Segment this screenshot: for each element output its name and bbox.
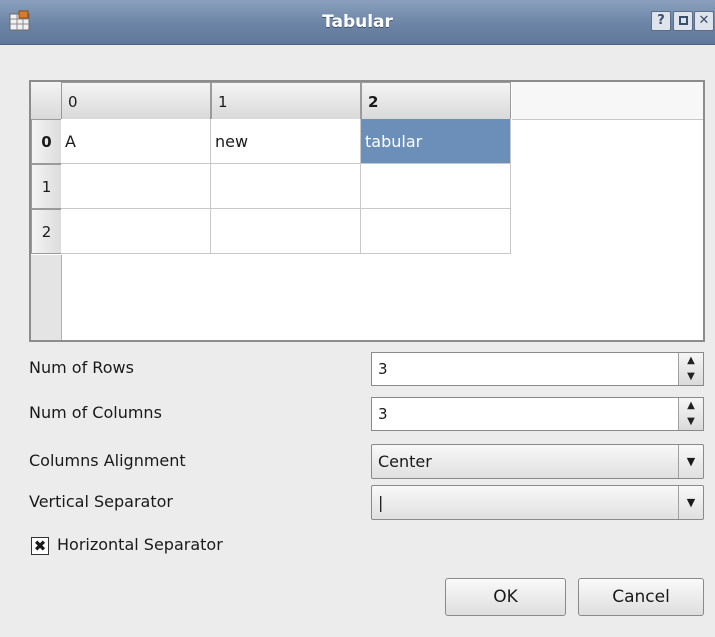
arrow-down-icon[interactable]: ▼ [679,414,703,430]
row-header-1[interactable]: 1 [31,164,62,209]
check-icon: ✖ [33,537,47,555]
help-button[interactable]: ? [651,11,671,31]
vertical-separator-value: | [378,493,384,512]
table-cell-1-1[interactable] [211,164,361,209]
chevron-down-icon[interactable]: ▼ [678,486,703,519]
table-cell-1-0[interactable] [61,164,211,209]
columns-value[interactable]: 3 [378,398,388,430]
maximize-button[interactable] [673,11,693,31]
vertical-separator-combobox[interactable]: | ▼ [371,485,704,520]
row-header-2[interactable]: 2 [31,209,62,254]
horizontal-separator-checkbox[interactable]: ✖ [31,537,49,555]
ok-button[interactable]: OK [445,578,566,616]
columns-spinbox[interactable]: 3 ▲ ▼ [371,397,704,431]
arrow-up-icon[interactable]: ▲ [679,353,703,369]
cancel-button[interactable]: Cancel [578,578,704,616]
header-empty-area [512,82,703,120]
chevron-down-icon[interactable]: ▼ [678,445,703,478]
title-bar[interactable]: Tabular ? ✕ [0,0,715,45]
column-header-1[interactable]: 1 [211,82,361,120]
column-header-2[interactable]: 2 [361,82,511,120]
alignment-value: Center [378,452,432,471]
horizontal-separator-label[interactable]: Horizontal Separator [57,535,223,554]
rows-value[interactable]: 3 [378,353,388,385]
table-corner[interactable] [31,82,62,120]
table-cell-0-2[interactable]: tabular [361,119,511,164]
alignment-combobox[interactable]: Center ▼ [371,444,704,479]
table-cell-2-0[interactable] [61,209,211,254]
vertical-separator-label: Vertical Separator [29,492,173,511]
table-cell-0-0[interactable]: A [61,119,211,164]
columns-label: Num of Columns [29,403,162,422]
maximize-icon [678,16,688,25]
alignment-label: Columns Alignment [29,451,186,470]
close-button[interactable]: ✕ [694,11,714,31]
arrow-up-icon[interactable]: ▲ [679,398,703,414]
table-cell-0-1[interactable]: new [211,119,361,164]
table-cell-2-1[interactable] [211,209,361,254]
row-header-0[interactable]: 0 [31,119,62,164]
rows-spinbox[interactable]: 3 ▲ ▼ [371,352,704,386]
row-header-filler [31,255,62,340]
window-title: Tabular [322,12,393,32]
tabular-dialog: Tabular ? ✕ 0 1 2 0 1 2 A new tabular Nu… [0,0,715,637]
rows-label: Num of Rows [29,358,134,377]
table-cell-1-2[interactable] [361,164,511,209]
column-header-0[interactable]: 0 [61,82,211,120]
arrow-down-icon[interactable]: ▼ [679,369,703,385]
table-cell-2-2[interactable] [361,209,511,254]
tabular-grid[interactable]: 0 1 2 0 1 2 A new tabular [29,80,705,342]
